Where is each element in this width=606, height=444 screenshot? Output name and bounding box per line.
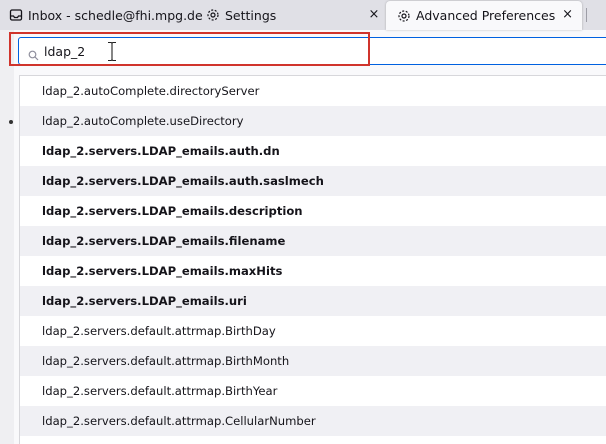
pref-name: ldap_2.servers.LDAP_emails.maxHits (42, 264, 283, 278)
tab-divider (586, 8, 587, 22)
tab-advanced-preferences[interactable]: Advanced Preferences × (386, 1, 582, 30)
pref-name: ldap_2.servers.default.attrmap.BirthYear (42, 384, 278, 398)
pref-name: ldap_2.autoComplete.directoryServer (42, 84, 260, 98)
tab-settings-label: Settings (225, 7, 277, 23)
pref-row[interactable]: ldap_2.servers.default.attrmap.BirthYear (20, 376, 606, 406)
search-input-value: ldap_2 (44, 44, 86, 59)
tab-settings-close-icon[interactable]: × (366, 7, 382, 22)
pref-row[interactable]: ldap_2.servers.LDAP_emails.description (20, 196, 606, 226)
tab-inbox[interactable]: Inbox - schedle@fhi.mpg.de (9, 0, 203, 30)
search-icon (28, 46, 39, 61)
tab-settings[interactable]: Settings (206, 0, 276, 30)
sidebar-marker (9, 120, 13, 124)
pref-row[interactable]: ldap_2.servers.default.attrmap.BirthMont… (20, 346, 606, 376)
pref-row[interactable]: ldap_2.servers.LDAP_emails.auth.dn (20, 136, 606, 166)
pref-name: ldap_2.autoComplete.useDirectory (42, 114, 244, 128)
inbox-icon (9, 8, 23, 22)
pref-name: ldap_2.servers.LDAP_emails.auth.dn (42, 144, 280, 158)
pref-row[interactable]: ldap_2.servers.LDAP_emails.uri (20, 286, 606, 316)
preferences-list: ldap_2.autoComplete.directoryServer ldap_… (19, 75, 606, 444)
pref-name: ldap_2.servers.LDAP_emails.description (42, 204, 303, 218)
search-input[interactable]: ldap_2 (18, 37, 606, 65)
pref-name: ldap_2.servers.default.attrmap.BirthDay (42, 324, 276, 338)
pref-row[interactable]: ldap_2.servers.LDAP_emails.maxHits (20, 256, 606, 286)
tab-advanced-preferences-label: Advanced Preferences (416, 8, 556, 23)
pref-row[interactable]: ldap_2.servers.LDAP_emails.filename (20, 226, 606, 256)
pref-row[interactable]: ldap_2.autoComplete.directoryServer (20, 76, 606, 106)
pref-name: ldap_2.servers.LDAP_emails.auth.saslmech (42, 174, 324, 188)
gear-icon (397, 9, 411, 23)
pref-row[interactable]: ldap_2.servers.LDAP_emails.auth.saslmech (20, 166, 606, 196)
tab-inbox-label: Inbox - schedle@fhi.mpg.de (28, 7, 203, 23)
pref-name: ldap_2.servers.default.attrmap.BirthMont… (42, 354, 290, 368)
text-cursor-icon (106, 41, 118, 62)
pref-name: ldap_2.servers.LDAP_emails.filename (42, 234, 286, 248)
pref-row[interactable]: ldap_2.servers.default.attrmap.BirthDay (20, 316, 606, 346)
pref-name: ldap_2.servers.LDAP_emails.uri (42, 294, 247, 308)
tab-advanced-preferences-close-icon[interactable]: × (562, 7, 573, 22)
pref-row[interactable]: ldap_2.servers.default.attrmap.CellularN… (20, 406, 606, 436)
gear-icon (206, 8, 220, 22)
pref-name: ldap_2.servers.default.attrmap.CellularN… (42, 414, 316, 428)
tab-strip: Inbox - schedle@fhi.mpg.de Settings × Ad… (0, 0, 606, 30)
pref-row[interactable]: ldap_2.autoComplete.useDirectory (20, 106, 606, 136)
pref-row[interactable] (20, 436, 606, 444)
left-sidebar-edge (0, 30, 14, 444)
